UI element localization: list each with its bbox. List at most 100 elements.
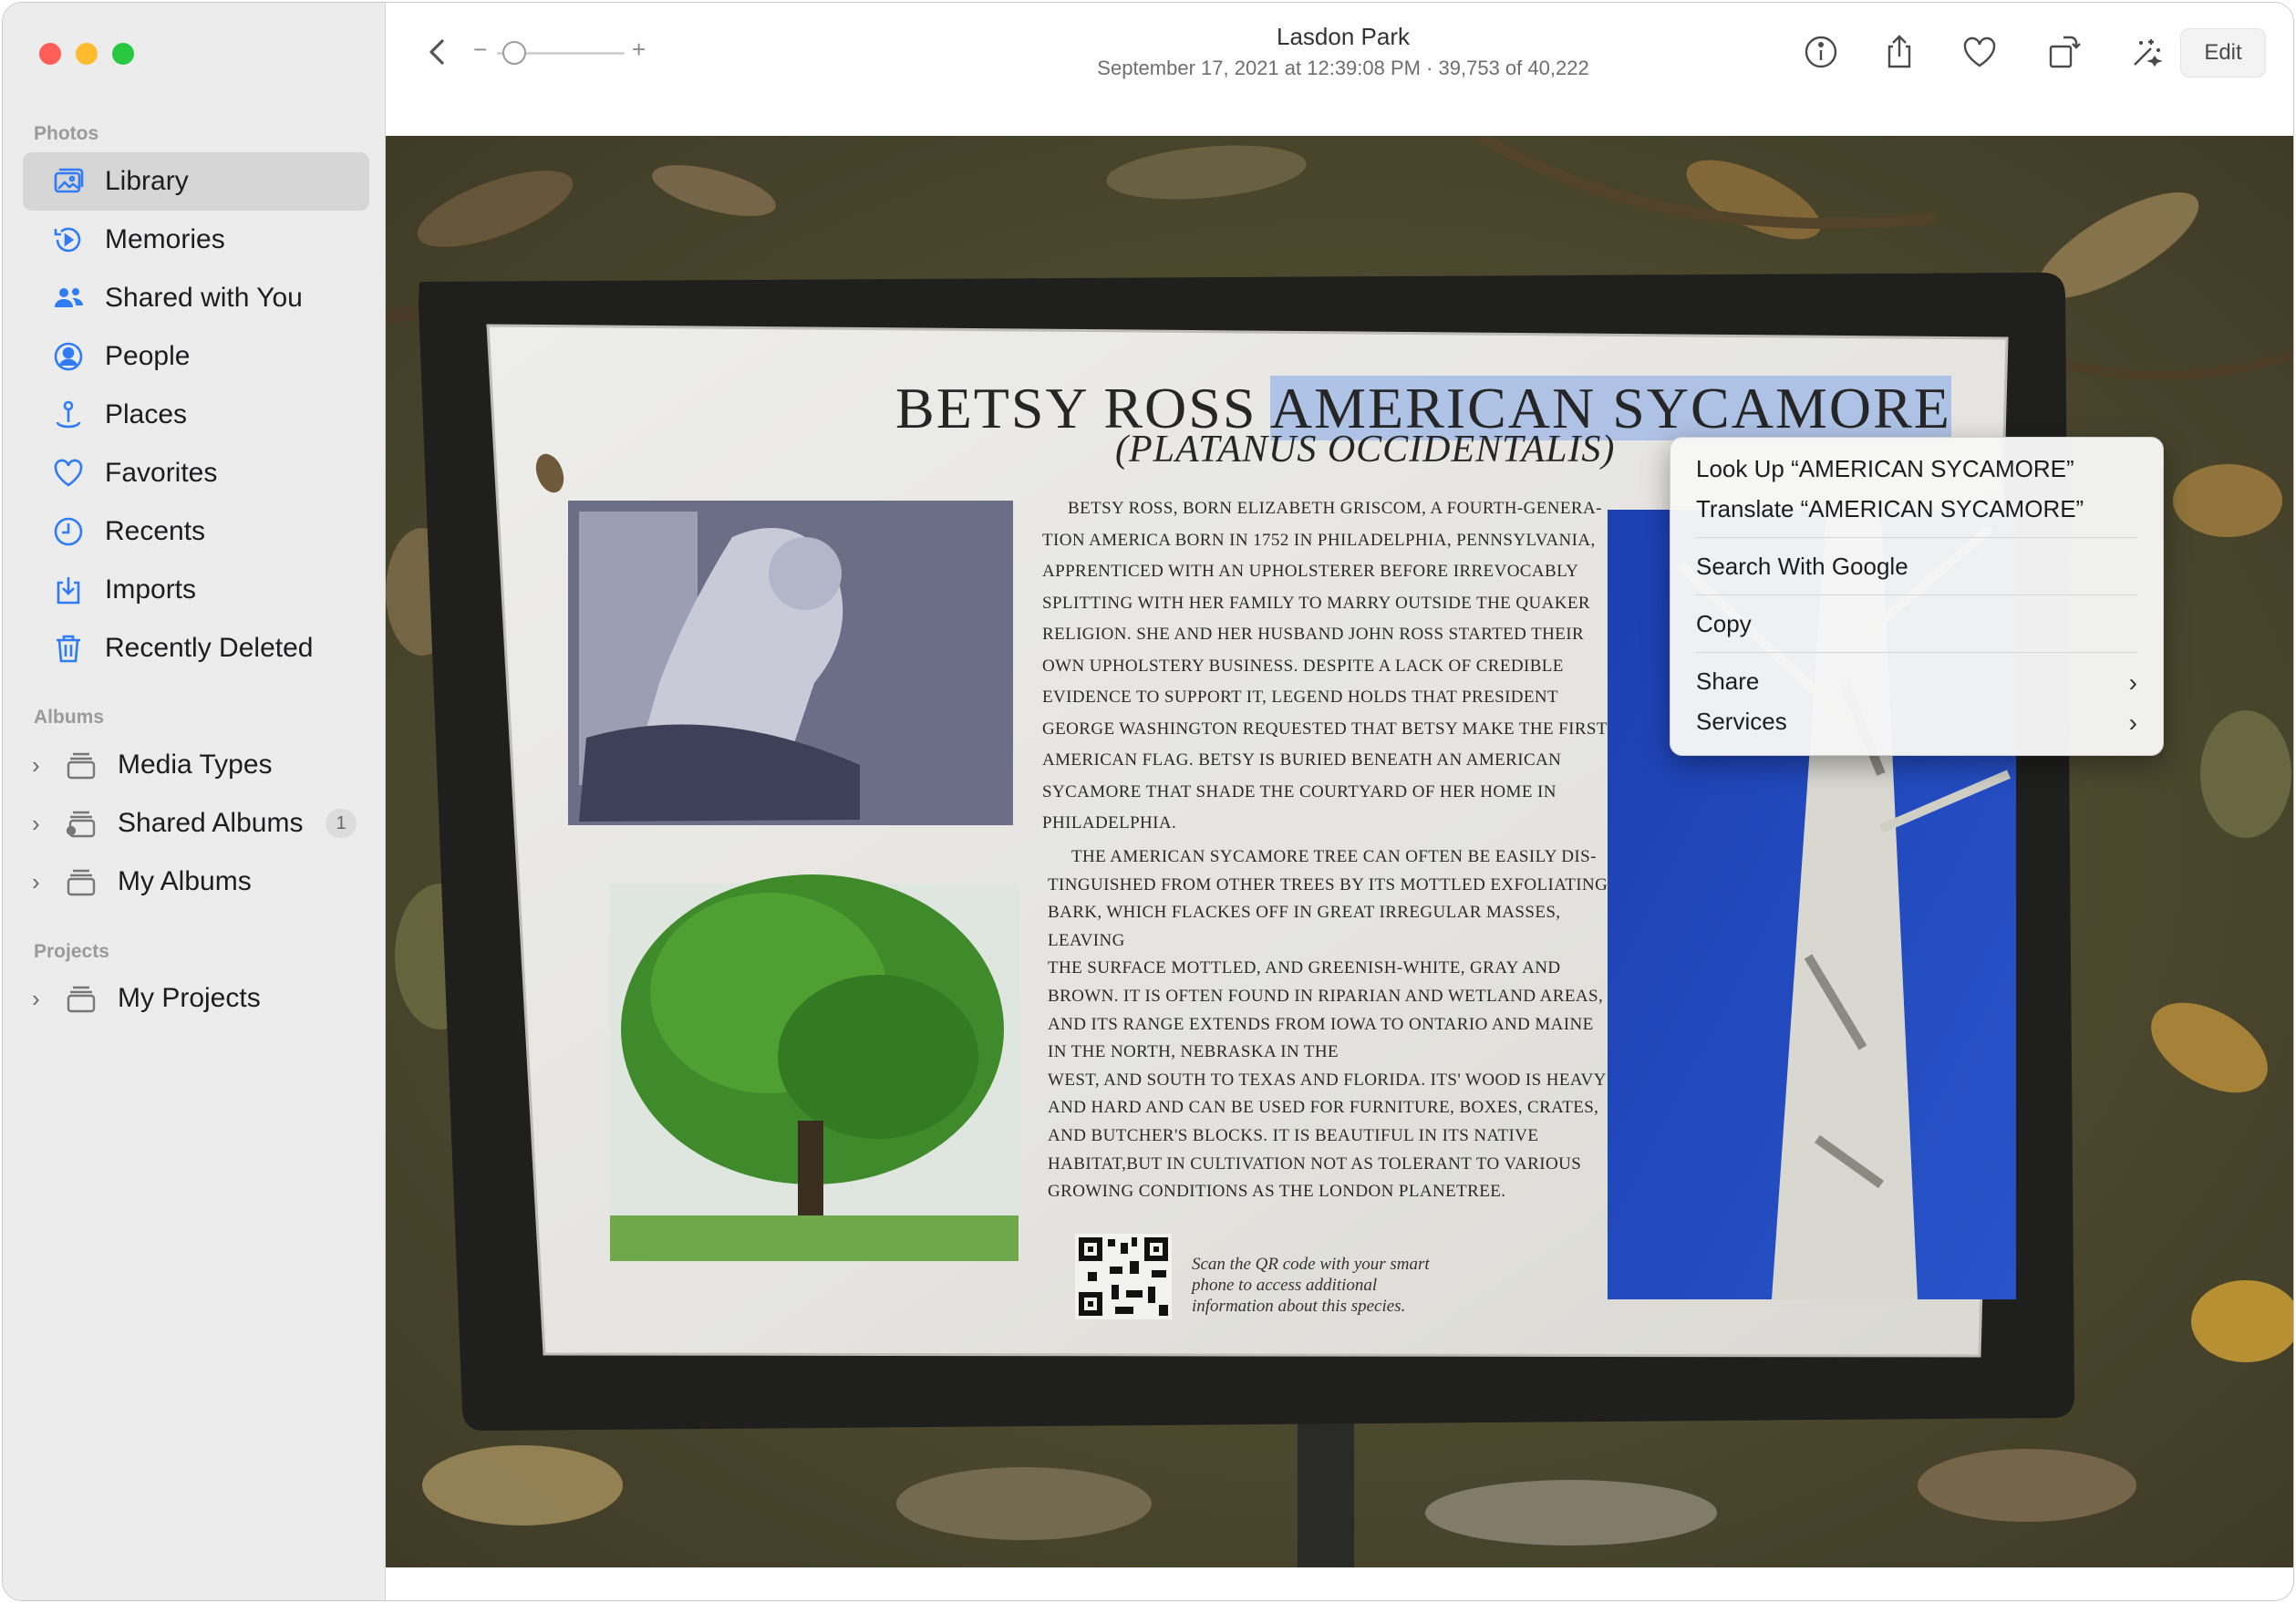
sidebar-item-label: Favorites	[105, 458, 218, 488]
sign-body-line: The american sycamore tree can often be …	[1071, 847, 1597, 866]
sign-body-paragraph-1: Betsy ross, born elizabeth griscom, a fo…	[1042, 493, 1635, 840]
section-header-projects: Projects	[34, 941, 109, 962]
sidebar-item-label: Shared with You	[105, 283, 303, 313]
menu-item-translate[interactable]: Translate “AMERICAN SYCAMORE”	[1683, 489, 2150, 529]
photo-subtitle: September 17, 2021 at 12:39:08 PM · 39,7…	[1097, 57, 1589, 79]
sidebar-item-label: Recently Deleted	[105, 633, 314, 663]
sign-body-line: west, and south to texas and florida. it…	[1048, 1070, 1607, 1090]
sidebar-item-label: Shared Albums	[118, 808, 304, 838]
sign-body-line: sycamore that shade the courtyard of her…	[1042, 781, 1557, 802]
favorites-icon	[50, 455, 87, 491]
sidebar-item-label: Media Types	[118, 750, 273, 780]
sidebar-item-recents[interactable]: Recents	[23, 502, 369, 561]
sign-body-line: religion. she and her husband john ross …	[1042, 625, 1585, 644]
chevron-right-icon[interactable]: ›	[32, 751, 54, 780]
info-button[interactable]	[1801, 32, 1841, 72]
menu-item-look-up[interactable]: Look Up “AMERICAN SYCAMORE”	[1683, 449, 2150, 489]
sidebar-item-imports[interactable]: Imports	[23, 561, 369, 619]
minimize-button[interactable]	[76, 43, 98, 65]
photo-title: Lasdon Park	[1277, 23, 1410, 50]
sign-body-line: splitting with her family to marry outsi…	[1042, 593, 1590, 613]
qr-caption: Scan the QR code with your smart phone t…	[1192, 1254, 1430, 1317]
sidebar-item-label: Memories	[105, 224, 225, 254]
sidebar-item-places[interactable]: Places	[23, 386, 369, 444]
menu-item-share[interactable]: Share ›	[1683, 661, 2150, 701]
share-icon	[1887, 35, 1911, 68]
back-icon	[429, 39, 444, 65]
sidebar-item-people[interactable]: People	[23, 327, 369, 386]
menu-separator	[1696, 652, 2137, 653]
close-button[interactable]	[39, 43, 61, 65]
recents-icon	[50, 513, 87, 550]
memories-icon	[50, 222, 87, 258]
auto-enhance-button[interactable]	[2125, 32, 2166, 72]
sign-body-line: habitat,but in cultivation not as tolera…	[1048, 1153, 1582, 1174]
qr-caption-line: Scan the QR code with your smart	[1192, 1255, 1430, 1274]
sign-body-line: and its range extends from iowa to ontar…	[1048, 1014, 1594, 1034]
auto-enhance-icon	[2134, 39, 2163, 67]
sidebar-item-shared-albums[interactable]: › Shared Albums 1	[23, 794, 369, 853]
menu-item-label: Services	[1696, 707, 1787, 735]
sidebar-item-label: My Albums	[118, 866, 252, 896]
title-block: Lasdon Park September 17, 2021 at 12:39:…	[842, 23, 1845, 80]
sign-body-line: the surface mottled, and greenish-white,…	[1048, 958, 1561, 978]
sign-body-line: evidence to support it, legend holds tha…	[1042, 688, 1559, 707]
menu-item-search-with-google[interactable]: Search With Google	[1683, 546, 2150, 586]
chevron-right-icon[interactable]: ›	[32, 985, 54, 1013]
shared-with-you-icon	[50, 280, 87, 316]
sign-body-line: apprenticed with an upholsterer before i…	[1042, 562, 1579, 581]
menu-item-copy[interactable]: Copy	[1683, 604, 2150, 644]
favorite-button[interactable]	[1960, 32, 2000, 72]
zoom-button[interactable]	[112, 43, 134, 65]
sign-body-line: tinguished from other trees by its mottl…	[1048, 874, 1608, 895]
sign-body-line: growing conditions as the london planetr…	[1048, 1182, 1506, 1202]
sidebar-item-library[interactable]: Library	[23, 152, 369, 211]
sign-subtitle: (PLATANUS OCCIDENTALIS)	[1115, 429, 1616, 471]
submenu-arrow-icon: ›	[2128, 708, 2137, 737]
menu-item-label: Share	[1696, 667, 1760, 695]
menu-separator	[1696, 537, 2137, 538]
back-button[interactable]	[420, 34, 453, 70]
sidebar-item-label: Recents	[105, 516, 206, 546]
zoom-in-label: +	[632, 36, 646, 63]
sidebar-item-label: My Projects	[118, 983, 261, 1013]
edit-button[interactable]: Edit	[2180, 28, 2266, 78]
zoom-out-label: −	[473, 36, 488, 63]
sidebar-item-label: Imports	[105, 574, 197, 605]
album-stack-icon	[63, 864, 99, 900]
menu-item-services[interactable]: Services ›	[1683, 701, 2150, 741]
photo-viewer[interactable]: BETSY ROSS AMERICAN SYCAMORE (PLATANUS O…	[386, 136, 2293, 1567]
zoom-slider-knob[interactable]	[502, 41, 526, 65]
sign-body-paragraph-2: The american sycamore tree can often be …	[1048, 843, 1613, 1206]
sidebar-item-media-types[interactable]: › Media Types	[23, 736, 369, 794]
window-controls	[39, 43, 134, 65]
sidebar-item-label: Places	[105, 399, 188, 429]
section-header-photos: Photos	[34, 123, 99, 144]
sidebar-item-memories[interactable]: Memories	[23, 211, 369, 269]
sign-body-line: tion america born in 1752 in philadelphi…	[1042, 530, 1596, 550]
sidebar-item-recently-deleted[interactable]: Recently Deleted	[23, 619, 369, 677]
sidebar-item-shared-with-you[interactable]: Shared with You	[23, 269, 369, 327]
sidebar-item-my-projects[interactable]: › My Projects	[23, 969, 369, 1028]
chevron-right-icon[interactable]: ›	[32, 868, 54, 896]
sidebar-item-favorites[interactable]: Favorites	[23, 444, 369, 502]
places-icon	[50, 397, 87, 433]
submenu-arrow-icon: ›	[2128, 668, 2137, 697]
shared-album-icon	[63, 805, 99, 842]
photos-window: Photos Library Memories Shared with You …	[2, 2, 2294, 1601]
sign-body-line: brown. it is often found in riparian and…	[1048, 986, 1604, 1006]
sidebar-item-my-albums[interactable]: › My Albums	[23, 853, 369, 911]
section-header-albums: Albums	[34, 707, 105, 728]
share-button[interactable]	[1879, 32, 1919, 72]
album-stack-icon	[63, 747, 99, 783]
sign-body-line: in the north, nebraska in the	[1048, 1042, 1339, 1062]
rotate-button[interactable]	[2043, 32, 2084, 72]
sign-body-line: and butcher's blocks. it is beautiful in…	[1048, 1125, 1539, 1145]
chevron-right-icon[interactable]: ›	[32, 810, 54, 838]
sidebar-item-label: People	[105, 341, 191, 371]
qr-caption-line: phone to access additional	[1192, 1276, 1378, 1295]
sign-body-line: Betsy ross, born elizabeth griscom, a fo…	[1068, 499, 1602, 518]
sign-body-line: bark, which flackes off in great irregul…	[1048, 903, 1561, 950]
sign-body-line: american flag. betsy is buried beneath a…	[1042, 750, 1562, 770]
info-icon	[1805, 36, 1837, 68]
